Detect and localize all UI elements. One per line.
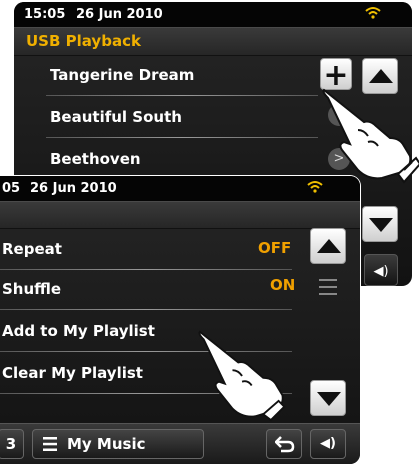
- my-music-button[interactable]: My Music: [32, 429, 204, 459]
- down-arrow-icon: [369, 218, 393, 232]
- repeat-value: OFF: [258, 239, 292, 257]
- status-bar: 15:05 26 Jun 2010: [14, 2, 412, 27]
- volume-button[interactable]: ◀): [364, 254, 398, 286]
- status-date: 26 Jun 2010: [30, 181, 117, 196]
- page-title: USB Playback: [26, 32, 141, 50]
- row-divider: [0, 309, 292, 310]
- scrollbar[interactable]: [319, 274, 337, 300]
- back-icon: [274, 435, 295, 457]
- list-item-label: Beethoven: [50, 150, 141, 168]
- row-divider: [46, 137, 318, 138]
- list-item-beautiful-south[interactable]: Beautiful South: [38, 98, 328, 138]
- list-item-repeat[interactable]: Repeat OFF: [0, 230, 302, 270]
- list-item-label: Repeat: [2, 240, 62, 258]
- pointing-hand-icon: [322, 88, 419, 184]
- list-item-label: Add to My Playlist: [2, 322, 155, 340]
- menu-icon: [43, 436, 57, 456]
- wifi-icon: [364, 6, 382, 22]
- row-divider: [46, 95, 318, 96]
- screen-title: [0, 201, 360, 229]
- scroll-up-button[interactable]: [310, 228, 346, 264]
- pointing-hand-icon: [198, 330, 286, 422]
- list-item-tangerine-dream[interactable]: Tangerine Dream: [38, 56, 328, 96]
- down-arrow-icon: [317, 392, 341, 406]
- list-item-label: Clear My Playlist: [2, 364, 143, 382]
- status-time: 15:05: [24, 7, 66, 22]
- up-arrow-icon: [317, 239, 341, 253]
- status-bar: 05 26 Jun 2010: [0, 176, 360, 201]
- scroll-down-button[interactable]: [310, 380, 346, 416]
- list-item-label: Shuffle: [2, 280, 62, 298]
- speaker-icon: ◀): [373, 264, 389, 279]
- bottom-toolbar: 3 My Music ◀): [0, 423, 360, 464]
- scroll-down-button[interactable]: [362, 206, 398, 242]
- shuffle-value: ON: [270, 276, 296, 294]
- list-item-shuffle[interactable]: Shuffle ON: [0, 270, 302, 310]
- list-item-label: Beautiful South: [50, 108, 182, 126]
- speaker-icon: ◀): [320, 436, 336, 451]
- list-item-beethoven[interactable]: Beethoven: [38, 140, 328, 180]
- up-arrow-icon: [369, 69, 393, 83]
- status-date: 26 Jun 2010: [76, 7, 163, 22]
- screen-title: USB Playback: [14, 27, 412, 56]
- list-item-label: Tangerine Dream: [50, 66, 195, 84]
- wifi-icon: [306, 180, 324, 196]
- back-button[interactable]: [266, 429, 302, 459]
- left-nav-button[interactable]: 3: [0, 429, 24, 459]
- settings-screen: 05 26 Jun 2010 Repeat OFF Shuffle ON Add…: [0, 176, 360, 464]
- my-music-label: My Music: [67, 435, 146, 453]
- status-time: 05: [2, 181, 21, 196]
- volume-button[interactable]: ◀): [310, 429, 346, 459]
